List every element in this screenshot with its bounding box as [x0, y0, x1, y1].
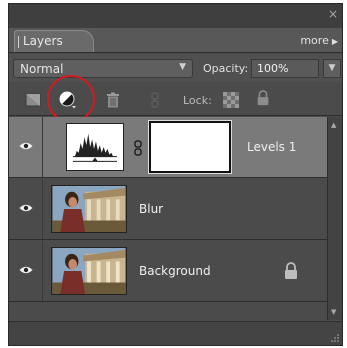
layer-name: Levels 1 [247, 140, 297, 154]
layer-mask-thumbnail[interactable] [149, 121, 231, 173]
opacity-input[interactable]: 100% [251, 59, 319, 78]
lock-icon [285, 262, 297, 279]
layers-list: Levels 1 Blur Background [9, 117, 327, 320]
scroll-down-icon[interactable]: ▼ [331, 308, 336, 316]
opacity-label: Opacity: [203, 62, 249, 75]
photo-thumbnail[interactable] [51, 247, 127, 295]
more-label: more [300, 34, 329, 47]
lock-all-icon[interactable] [255, 90, 271, 106]
blend-mode-value: Normal [20, 62, 64, 76]
visibility-toggle[interactable] [9, 117, 43, 177]
visibility-toggle[interactable] [9, 241, 43, 301]
opacity-value: 100% [257, 62, 289, 75]
layer-name: Background [139, 264, 211, 278]
lock-label: Lock: [183, 94, 212, 107]
tab-layers-label: Layers [23, 34, 63, 48]
chevron-down-icon: ▼ [179, 62, 186, 72]
highlight-circle [47, 75, 95, 123]
mask-link-icon[interactable] [132, 140, 144, 156]
close-icon[interactable]: × [328, 7, 338, 21]
opacity-slider-button[interactable]: ▼ [323, 59, 341, 78]
tab-layers[interactable]: Layers [14, 30, 94, 52]
layers-panel: × Layers more▶ Normal ▼ Opacity: 100% ▼ [8, 3, 343, 346]
more-arrow-icon: ▶ [331, 37, 338, 46]
layer-row-levels[interactable]: Levels 1 [9, 117, 327, 178]
lock-transparent-pixels-icon[interactable] [223, 92, 239, 108]
layer-toolbar: Lock: [9, 75, 342, 123]
layer-row-blur[interactable]: Blur [9, 179, 327, 240]
panel-titlebar: × [9, 4, 342, 28]
trash-icon[interactable] [105, 92, 121, 108]
panel-tabstrip: Layers more ▶ [9, 28, 342, 53]
layers-scrollbar[interactable]: ▲ ▼ [327, 117, 342, 320]
levels-adjustment-icon [66, 123, 124, 171]
layer-name: Blur [139, 202, 164, 216]
blend-mode-select[interactable]: Normal ▼ [13, 59, 193, 78]
photo-thumbnail[interactable] [51, 185, 127, 233]
panel-footer [9, 321, 342, 345]
scroll-up-icon[interactable]: ▲ [331, 121, 336, 129]
resize-grip-icon[interactable] [330, 333, 340, 343]
eye-icon [19, 204, 33, 212]
layer-row-background[interactable]: Background [9, 241, 327, 302]
link-icon[interactable] [147, 92, 163, 108]
eye-icon [19, 142, 33, 150]
new-layer-icon[interactable] [25, 92, 41, 108]
eye-icon [19, 266, 33, 274]
more-menu-button[interactable]: more ▶ [300, 34, 338, 47]
visibility-toggle[interactable] [9, 179, 43, 239]
